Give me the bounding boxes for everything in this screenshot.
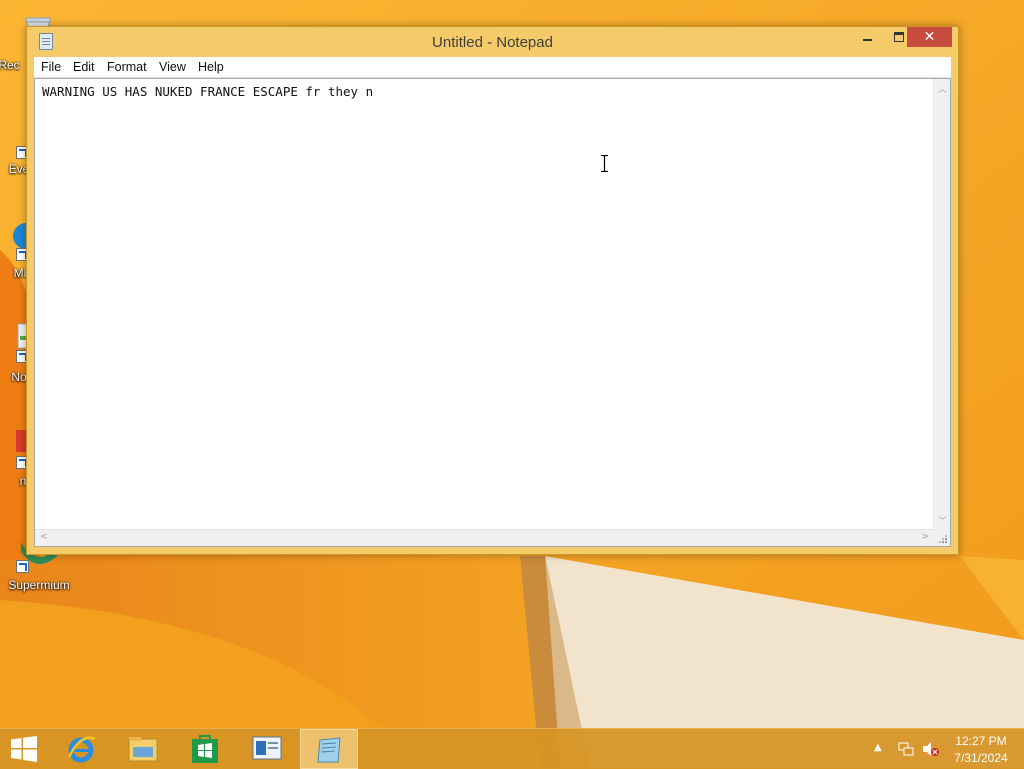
- taskbar-notepad[interactable]: [300, 729, 358, 769]
- desktop-icon-label: Supermium: [8, 578, 70, 592]
- clock-date[interactable]: 7/31/2024: [948, 751, 1014, 765]
- notepad-window[interactable]: Untitled - Notepad ✕ File Edit Format Vi…: [26, 26, 959, 555]
- menu-view[interactable]: View: [159, 57, 186, 77]
- windows-store-icon: [192, 735, 218, 763]
- taskbar-remote-desktop[interactable]: [238, 729, 296, 769]
- text-editor-area[interactable]: WARNING US HAS NUKED FRANCE ESCAPE fr th…: [34, 78, 951, 547]
- start-button[interactable]: [0, 729, 48, 769]
- minimize-button[interactable]: [850, 27, 884, 47]
- menu-help[interactable]: Help: [198, 57, 224, 77]
- internet-explorer-icon: [67, 736, 96, 763]
- maximize-icon: [894, 32, 904, 42]
- taskbar: ▲ 12:27 PM 7/31/2024: [0, 728, 1024, 769]
- taskbar-file-explorer[interactable]: [114, 729, 172, 769]
- resize-grip[interactable]: [934, 530, 950, 546]
- scroll-right-arrow-icon[interactable]: >: [921, 532, 929, 542]
- show-hidden-icons-button[interactable]: ▲: [874, 742, 882, 753]
- network-icon[interactable]: [898, 741, 914, 757]
- menu-edit[interactable]: Edit: [73, 57, 95, 77]
- file-explorer-icon: [128, 737, 158, 762]
- scroll-down-arrow-icon[interactable]: ﹀: [938, 514, 947, 527]
- menu-bar: File Edit Format View Help: [34, 57, 951, 78]
- minimize-icon: [863, 39, 872, 41]
- remote-desktop-icon: [252, 736, 282, 760]
- start-windows-icon: [11, 736, 37, 762]
- title-bar[interactable]: Untitled - Notepad ✕: [27, 27, 958, 57]
- scroll-left-arrow-icon[interactable]: <: [40, 532, 48, 542]
- close-icon: ✕: [923, 29, 936, 45]
- taskbar-windows-store[interactable]: [176, 729, 234, 769]
- taskbar-internet-explorer[interactable]: [52, 729, 110, 769]
- notepad-icon: [317, 737, 341, 763]
- volume-muted-icon[interactable]: [922, 741, 940, 757]
- window-title: Untitled - Notepad: [432, 34, 553, 51]
- menu-file[interactable]: File: [41, 57, 61, 77]
- text-cursor-icon: [601, 155, 608, 172]
- close-button[interactable]: ✕: [907, 27, 952, 47]
- vertical-scrollbar[interactable]: ︿ ﹀: [933, 79, 950, 530]
- horizontal-scrollbar[interactable]: < >: [35, 529, 934, 546]
- menu-format[interactable]: Format: [107, 57, 147, 77]
- clock-time[interactable]: 12:27 PM: [948, 734, 1014, 748]
- scroll-up-arrow-icon[interactable]: ︿: [938, 82, 947, 95]
- document-text[interactable]: WARNING US HAS NUKED FRANCE ESCAPE fr th…: [42, 84, 373, 99]
- shortcut-arrow-icon: [16, 560, 29, 573]
